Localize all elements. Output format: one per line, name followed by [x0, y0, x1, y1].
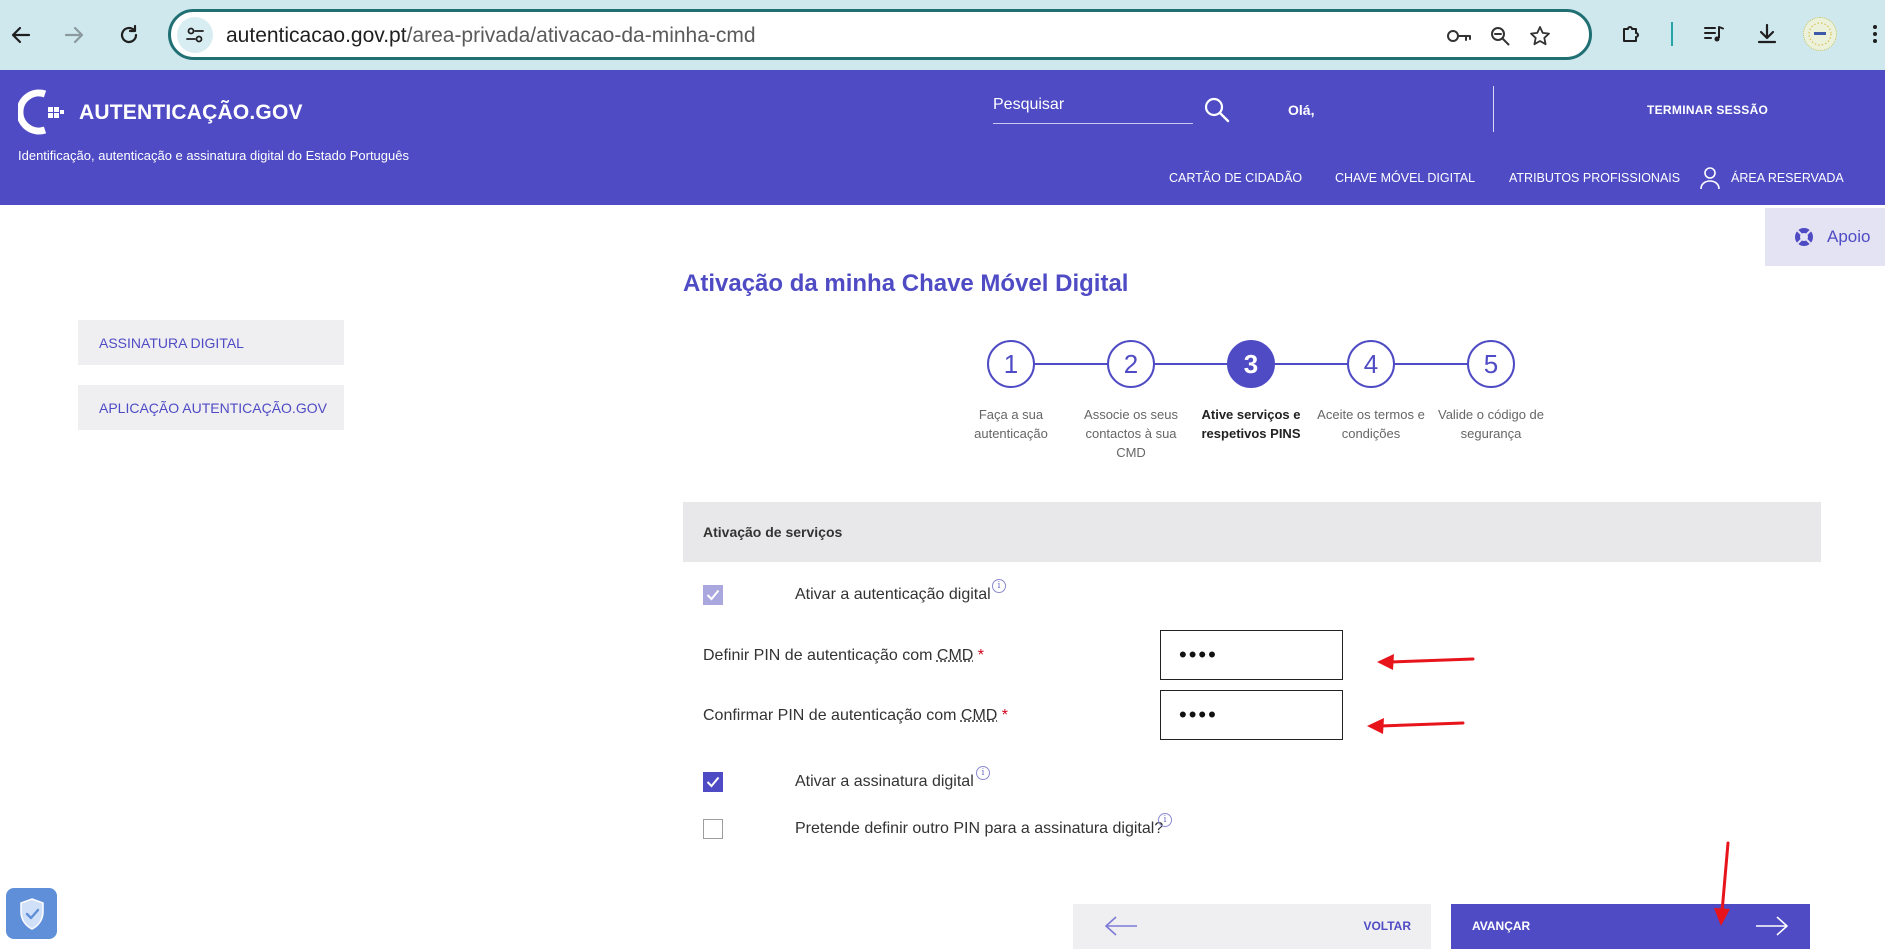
pin-label: Definir PIN de autenticação com CMD * — [703, 647, 984, 665]
sign-checkbox[interactable] — [703, 772, 723, 792]
lifebuoy-icon — [1795, 228, 1813, 246]
confirm-pin-label-text: Confirmar PIN de autenticação com — [703, 707, 957, 724]
required-mark: * — [977, 647, 985, 664]
step-1-circle: 1 — [987, 340, 1035, 388]
annotation-arrow-pin — [1377, 654, 1475, 670]
header-divider — [1493, 86, 1494, 132]
back-arrow-icon[interactable] — [2, 16, 40, 54]
checkmark-icon — [706, 776, 720, 788]
support-label: Apoio — [1827, 227, 1871, 246]
step-2-label: Associe os seus contactos à sua CMD — [1084, 407, 1178, 460]
sidebar-item-assinatura-digital[interactable]: ASSINATURA DIGITAL — [78, 320, 344, 365]
download-icon[interactable] — [1750, 17, 1784, 51]
browser-toolbar: autenticacao.gov.pt/area-privada/ativaca… — [0, 0, 1885, 70]
forward-arrow-icon[interactable] — [55, 16, 93, 54]
step-4-circle: 4 — [1347, 340, 1395, 388]
nav-area-reservada[interactable]: ÁREA RESERVADA — [1731, 171, 1844, 185]
cmd-abbr: CMD — [936, 647, 974, 664]
other-pin-checkbox[interactable] — [703, 819, 723, 839]
user-greeting: Olá, — [1288, 102, 1315, 118]
url-path: /area-privada/ativacao-da-minha-cmd — [406, 24, 756, 47]
address-bar[interactable]: autenticacao.gov.pt/area-privada/ativaca… — [168, 9, 1592, 60]
site-header: AUTENTICAÇÃO.GOV Identificação, autentic… — [0, 70, 1885, 205]
info-icon[interactable]: i — [976, 766, 990, 780]
browser-menu-icon[interactable] — [1865, 17, 1885, 51]
url-text[interactable]: autenticacao.gov.pt/area-privada/ativaca… — [226, 24, 756, 48]
step-3-circle: 3 — [1227, 340, 1275, 388]
auth-checkbox[interactable] — [703, 585, 723, 605]
next-label: AVANÇAR — [1472, 919, 1531, 933]
sign-label: Ativar a assinatura digital — [795, 773, 974, 790]
pin-label-text: Definir PIN de autenticação com — [703, 647, 933, 664]
back-button[interactable]: VOLTAR — [1073, 904, 1431, 949]
logout-link[interactable]: TERMINAR SESSÃO — [1647, 103, 1768, 117]
step-5-label: Valide o código de segurança — [1437, 407, 1544, 441]
bookmark-star-icon[interactable] — [1527, 23, 1553, 49]
nav-chave-movel-digital[interactable]: CHAVE MÓVEL DIGITAL — [1335, 171, 1475, 185]
page-title: Ativação da minha Chave Móvel Digital — [683, 270, 1129, 297]
site-settings-icon[interactable] — [177, 17, 213, 53]
step-1-label: Faça a sua autenticação — [974, 407, 1048, 441]
other-pin-label: Pretende definir outro PIN para a assina… — [795, 820, 1164, 837]
nav-atributos-profissionais[interactable]: ATRIBUTOS PROFISSIONAIS — [1509, 171, 1680, 185]
search-input[interactable] — [993, 92, 1193, 124]
security-shield-widget[interactable] — [6, 888, 57, 939]
media-queue-icon[interactable] — [1697, 17, 1731, 51]
services-panel-heading: Ativação de serviços — [683, 502, 1821, 562]
auth-label: Ativar a autenticação digital — [795, 586, 991, 603]
tagline: Identificação, autenticação e assinatura… — [18, 148, 409, 163]
cmd-abbr: CMD — [960, 707, 998, 724]
url-host: autenticacao.gov.pt — [226, 24, 407, 47]
confirm-pin-input[interactable]: •••• — [1160, 690, 1343, 740]
next-button[interactable]: AVANÇAR — [1451, 904, 1810, 949]
arrow-right-icon — [1756, 916, 1788, 936]
logo-text[interactable]: AUTENTICAÇÃO.GOV — [79, 101, 303, 125]
profile-avatar[interactable] — [1803, 17, 1837, 51]
step-3-label: Ative serviços e respetivos PINS — [1201, 407, 1301, 441]
reload-icon[interactable] — [110, 16, 148, 54]
shield-check-icon — [19, 897, 44, 930]
step-2-circle: 2 — [1107, 340, 1155, 388]
checkmark-icon — [706, 589, 720, 601]
annotation-arrow-confirm-pin — [1367, 718, 1465, 734]
back-label: VOLTAR — [1363, 919, 1411, 933]
step-5-circle: 5 — [1467, 340, 1515, 388]
step-4-label: Aceite os termos e condições — [1317, 407, 1425, 441]
key-icon[interactable] — [1446, 23, 1472, 49]
zoom-icon[interactable] — [1487, 23, 1513, 49]
pin-input[interactable]: •••• — [1160, 630, 1343, 680]
toolbar-separator — [1671, 22, 1673, 46]
info-icon[interactable]: i — [1158, 813, 1172, 827]
nav-cartao-cidadao[interactable]: CARTÃO DE CIDADÃO — [1169, 171, 1302, 185]
sidebar-item-aplicacao-autenticacao[interactable]: APLICAÇÃO AUTENTICAÇÃO.GOV — [78, 385, 344, 430]
arrow-left-icon — [1105, 916, 1137, 936]
support-tab[interactable]: Apoio — [1765, 208, 1885, 266]
info-icon[interactable]: i — [992, 579, 1006, 593]
user-icon[interactable] — [1699, 166, 1721, 190]
autenticacao-logo-icon[interactable] — [18, 88, 66, 136]
required-mark: * — [1001, 707, 1009, 724]
confirm-pin-label: Confirmar PIN de autenticação com CMD * — [703, 707, 1008, 725]
extensions-puzzle-icon[interactable] — [1615, 17, 1649, 51]
search-icon[interactable] — [1203, 96, 1231, 124]
